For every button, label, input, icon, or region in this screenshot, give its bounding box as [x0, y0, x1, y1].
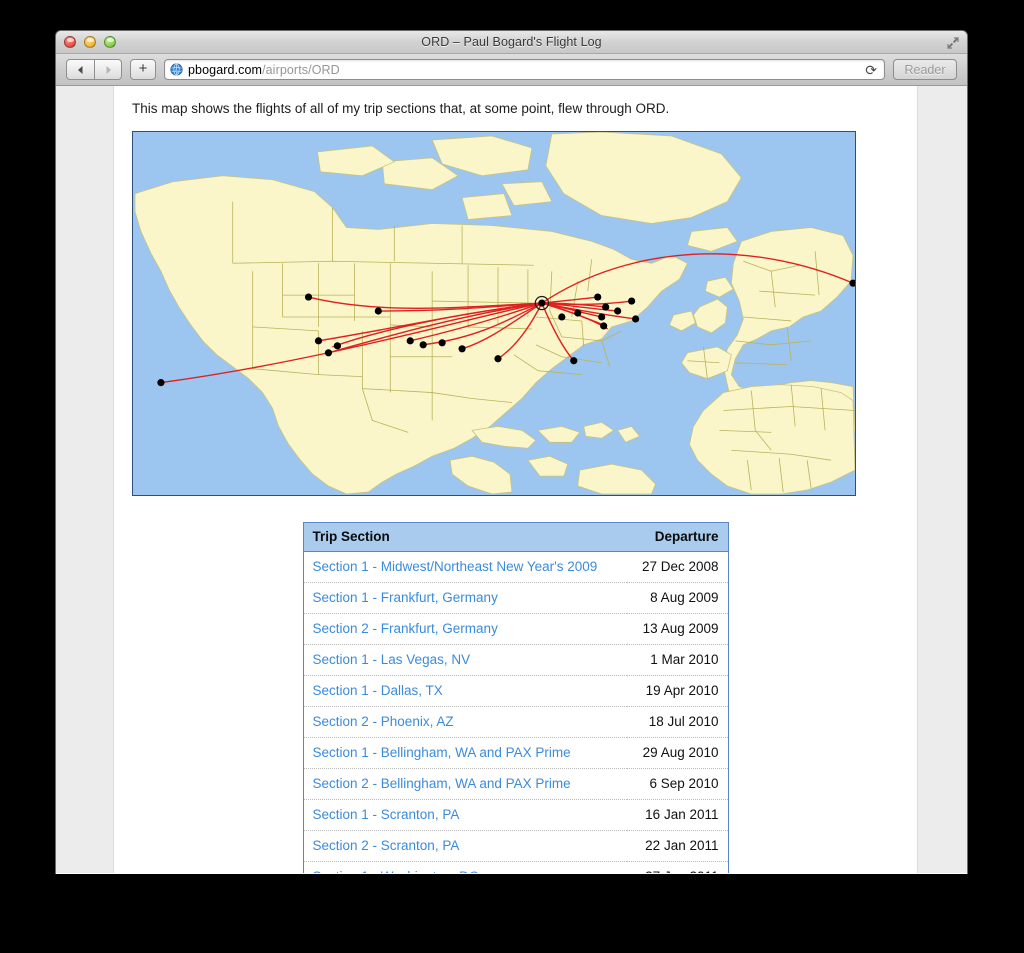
reload-button[interactable]: ⟳ [865, 63, 879, 77]
url-domain: pbogard.com [188, 62, 263, 77]
page-content: This map shows the flights of all of my … [113, 86, 918, 873]
departure-date: 8 Aug 2009 [626, 582, 728, 615]
column-header-departure[interactable]: Departure [626, 523, 728, 553]
marker-philadelphia [598, 313, 606, 321]
back-arrow-icon [78, 65, 83, 74]
departure-date: 16 Jan 2011 [626, 799, 728, 832]
trip-section-link[interactable]: Section 1 - Las Vegas, NV [313, 652, 471, 667]
window-title: ORD – Paul Bogard's Flight Log [421, 35, 602, 49]
table-row[interactable]: Section 2 - Phoenix, AZ 18 Jul 2010 [303, 706, 728, 739]
trip-section-link[interactable]: Section 1 - Dallas, TX [313, 683, 443, 698]
table-row[interactable]: Section 1 - Scranton, PA 16 Jan 2011 [303, 799, 728, 832]
flight-route-map[interactable] [132, 131, 856, 497]
table-row[interactable]: Section 1 - Washington, DC 27 Jun 2011 [303, 861, 728, 873]
table-row[interactable]: Section 1 - Midwest/Northeast New Year's… [303, 551, 728, 584]
navigation-button-group [66, 59, 122, 80]
marker-columbus [558, 313, 566, 321]
globe-icon [170, 63, 183, 76]
departure-date: 1 Mar 2010 [626, 644, 728, 677]
departure-date: 13 Aug 2009 [626, 613, 728, 646]
departure-date: 27 Jun 2011 [626, 861, 728, 873]
marker-neworleans [458, 345, 466, 353]
trip-section-link[interactable]: Section 2 - Phoenix, AZ [313, 714, 454, 729]
url-path: /airports/ORD [262, 62, 340, 77]
trip-section-link[interactable]: Section 1 - Scranton, PA [313, 807, 460, 822]
table-row[interactable]: Section 2 - Frankfurt, Germany 13 Aug 200… [303, 613, 728, 646]
trip-sections-table: Trip Section Departure Section 1 - Midwe… [302, 522, 729, 873]
marker-dallas [406, 337, 414, 345]
marker-pittsburgh [574, 309, 582, 317]
address-bar[interactable]: pbogard.com/airports/ORD ⟳ [164, 59, 885, 80]
marker-boston [594, 293, 602, 301]
marker-norfolk [632, 315, 640, 323]
reader-button[interactable]: Reader [893, 59, 957, 80]
table-body: Section 1 - Midwest/Northeast New Year's… [303, 551, 728, 873]
page-intro-text: This map shows the flights of all of my … [132, 101, 670, 116]
trip-section-link[interactable]: Section 2 - Bellingham, WA and PAX Prime [313, 776, 571, 791]
browser-window: ORD – Paul Bogard's Flight Log + pbogard… [55, 30, 968, 874]
table-row[interactable]: Section 2 - Bellingham, WA and PAX Prime… [303, 768, 728, 801]
marker-sandiego [333, 342, 342, 350]
forward-button[interactable] [94, 59, 122, 80]
marker-seattle [304, 293, 313, 301]
trip-section-link[interactable]: Section 1 - Frankfurt, Germany [313, 590, 498, 605]
marker-houston [419, 341, 427, 349]
marker-phoenix [324, 349, 333, 357]
close-button[interactable] [64, 36, 76, 48]
trip-section-link[interactable]: Section 1 - Washington, DC [313, 869, 479, 873]
marker-charlotte [570, 357, 578, 365]
trip-section-link[interactable]: Section 1 - Midwest/Northeast New Year's… [313, 559, 598, 574]
new-tab-button[interactable]: + [130, 59, 156, 80]
trip-section-link[interactable]: Section 1 - Bellingham, WA and PAX Prime [313, 745, 571, 760]
trip-section-link[interactable]: Section 2 - Scranton, PA [313, 838, 460, 853]
trip-section-link[interactable]: Section 2 - Frankfurt, Germany [313, 621, 498, 636]
browser-toolbar: + pbogard.com/airports/ORD ⟳ Reader [56, 54, 967, 86]
address-bar-text: pbogard.com/airports/ORD [188, 63, 340, 77]
minimize-button[interactable] [84, 36, 96, 48]
fullscreen-icon[interactable] [945, 35, 961, 50]
marker-newyork [602, 303, 610, 311]
marker-scranton [614, 307, 622, 315]
table-row[interactable]: Section 1 - Las Vegas, NV 1 Mar 2010 [303, 644, 728, 677]
departure-date: 19 Apr 2010 [626, 675, 728, 708]
table-row[interactable]: Section 1 - Bellingham, WA and PAX Prime… [303, 737, 728, 770]
departure-date: 29 Aug 2010 [626, 737, 728, 770]
back-button[interactable] [66, 59, 94, 80]
marker-austin [438, 339, 446, 347]
column-header-trip-section[interactable]: Trip Section [303, 523, 627, 553]
table-row[interactable]: Section 1 - Dallas, TX 19 Apr 2010 [303, 675, 728, 708]
traffic-light-group [64, 36, 116, 48]
marker-washington [600, 322, 608, 330]
page-viewport: This map shows the flights of all of my … [56, 86, 967, 873]
table-header-row: Trip Section Departure [303, 523, 728, 553]
marker-lasvegas [314, 337, 323, 345]
map-svg [133, 132, 855, 496]
marker-hartford [628, 297, 636, 305]
departure-date: 6 Sep 2010 [626, 768, 728, 801]
table-row[interactable]: Section 1 - Frankfurt, Germany 8 Aug 2009 [303, 582, 728, 615]
window-titlebar[interactable]: ORD – Paul Bogard's Flight Log [56, 31, 967, 54]
forward-arrow-icon [106, 65, 111, 74]
marker-denver [374, 307, 382, 315]
departure-date: 22 Jan 2011 [626, 830, 728, 863]
table-row[interactable]: Section 2 - Scranton, PA 22 Jan 2011 [303, 830, 728, 863]
marker-atlanta [494, 355, 502, 363]
marker-honolulu [157, 379, 165, 387]
zoom-button[interactable] [104, 36, 116, 48]
departure-date: 18 Jul 2010 [626, 706, 728, 739]
departure-date: 27 Dec 2008 [626, 551, 728, 584]
